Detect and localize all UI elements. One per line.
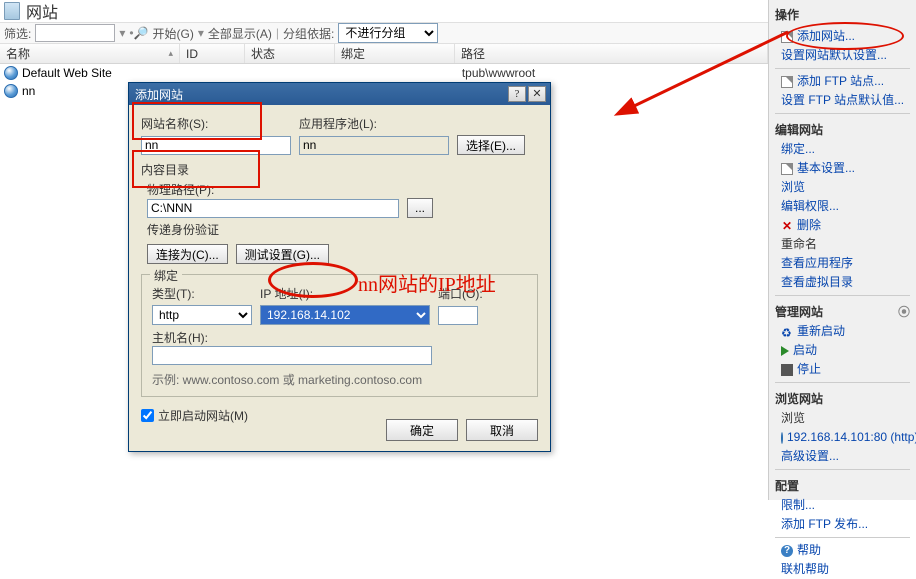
select-apppool-button[interactable]: 选择(E)... [457, 135, 525, 155]
filter-label: 筛选: [4, 25, 31, 42]
binding-action[interactable]: 绑定... [775, 140, 910, 159]
apppool-input [299, 136, 449, 155]
start-button[interactable]: 开始(G) [153, 25, 194, 42]
globe-icon [781, 432, 783, 444]
groupby-select[interactable]: 不进行分组 [338, 23, 438, 43]
cancel-button[interactable]: 取消 [466, 419, 538, 441]
basic-action[interactable]: 基本设置... [775, 159, 910, 178]
col-status[interactable]: 状态 [245, 44, 335, 63]
set-defaults-action[interactable]: 设置网站默认设置... [775, 46, 910, 65]
add-ftp-action[interactable]: 添加 FTP 站点... [775, 72, 910, 91]
server-icon [4, 2, 20, 20]
doc-icon [781, 76, 793, 88]
x-icon: ✕ [781, 220, 793, 232]
hostname-label: 主机名(H): [152, 329, 527, 346]
binding-legend: 绑定 [150, 267, 182, 284]
col-id[interactable]: ID [180, 44, 245, 63]
view-vdirs-action[interactable]: 查看虚拟目录 [775, 273, 910, 292]
port-input[interactable] [438, 306, 478, 325]
ip-label: IP 地址(I): [260, 287, 313, 301]
list-item[interactable]: Default Web Site tpub\wwwroot [0, 64, 768, 82]
apppool-label: 应用程序池(L): [299, 117, 377, 131]
globe-icon [4, 66, 18, 80]
col-name[interactable]: 名称▴ [0, 44, 180, 63]
limits-action[interactable]: 限制... [775, 496, 910, 515]
col-bind[interactable]: 绑定 [335, 44, 455, 63]
example-label: 示例: www.contoso.com 或 marketing.contoso.… [152, 371, 527, 388]
type-label: 类型(T): [152, 287, 195, 301]
view-apps-action[interactable]: 查看应用程序 [775, 254, 910, 273]
browse-url-action[interactable]: 192.168.14.101:80 (http) [775, 428, 910, 447]
start-action[interactable]: 启动 [775, 341, 910, 360]
restart-icon: ♻ [781, 326, 793, 338]
edit-perm-action[interactable]: 编辑权限... [775, 197, 910, 216]
config-section: 配置 [775, 473, 910, 496]
doc-icon [781, 163, 793, 175]
dialog-title: 添加网站 [135, 86, 506, 103]
add-ftp-pub-action[interactable]: 添加 FTP 发布... [775, 515, 910, 534]
physical-path-label: 物理路径(P): [147, 181, 538, 198]
list-header: 名称▴ ID 状态 绑定 路径 [0, 44, 768, 64]
passthrough-label: 传递身份验证 [147, 221, 538, 238]
showall-button[interactable]: 全部显示(A) [208, 25, 272, 42]
ip-select[interactable]: 192.168.14.102 [260, 305, 430, 325]
type-select[interactable]: http [152, 305, 252, 325]
adv-action[interactable]: 高级设置... [775, 447, 910, 466]
restart-action[interactable]: ♻重新启动 [775, 322, 910, 341]
help-action[interactable]: ?帮助 [775, 541, 910, 560]
manage-site-section: 管理网站⦿ [775, 299, 910, 322]
rename-action[interactable]: 重命名 [775, 235, 910, 254]
help-icon: ? [781, 545, 793, 557]
browse-label: 浏览 [775, 409, 910, 428]
hostname-input[interactable] [152, 346, 432, 365]
content-dir-label: 内容目录 [141, 161, 538, 178]
add-site-action[interactable]: 添加网站... [775, 27, 910, 46]
browse-site-section: 浏览网站 [775, 386, 910, 409]
stop-icon [781, 364, 793, 376]
browse-path-button[interactable]: ... [407, 198, 433, 218]
filter-input[interactable] [35, 24, 115, 42]
site-name-input[interactable] [141, 136, 291, 155]
start-immediately-label: 立即启动网站(M) [158, 407, 248, 424]
online-help-action[interactable]: 联机帮助 [775, 560, 910, 579]
page-title: 网站 [26, 0, 58, 23]
test-settings-button[interactable]: 测试设置(G)... [236, 244, 329, 264]
col-path[interactable]: 路径 [455, 44, 768, 63]
globe-icon [4, 84, 18, 98]
physical-path-input[interactable] [147, 199, 399, 218]
ok-button[interactable]: 确定 [386, 419, 458, 441]
dialog-close-button[interactable]: ✕ [528, 86, 546, 102]
edit-site-section: 编辑网站 [775, 117, 910, 140]
start-immediately-checkbox[interactable] [141, 409, 154, 422]
add-site-dialog: 添加网站 ? ✕ 网站名称(S): 应用程序池(L): 选择(E)... 内容目… [128, 82, 551, 452]
connect-as-button[interactable]: 连接为(C)... [147, 244, 228, 264]
actions-title: 操作 [775, 4, 910, 27]
play-icon [781, 346, 789, 356]
groupby-label: 分组依据: [283, 25, 334, 42]
dialog-help-button[interactable]: ? [508, 86, 526, 102]
port-label: 端口(O): [438, 287, 483, 301]
set-ftp-defaults-action[interactable]: 设置 FTP 站点默认值... [775, 91, 910, 110]
actions-panel: 操作 添加网站... 设置网站默认设置... 添加 FTP 站点... 设置 F… [768, 0, 916, 500]
browse-action[interactable]: 浏览 [775, 178, 910, 197]
doc-icon [781, 31, 793, 43]
delete-action[interactable]: ✕删除 [775, 216, 910, 235]
stop-action[interactable]: 停止 [775, 360, 910, 379]
site-name-label: 网站名称(S): [141, 117, 208, 131]
